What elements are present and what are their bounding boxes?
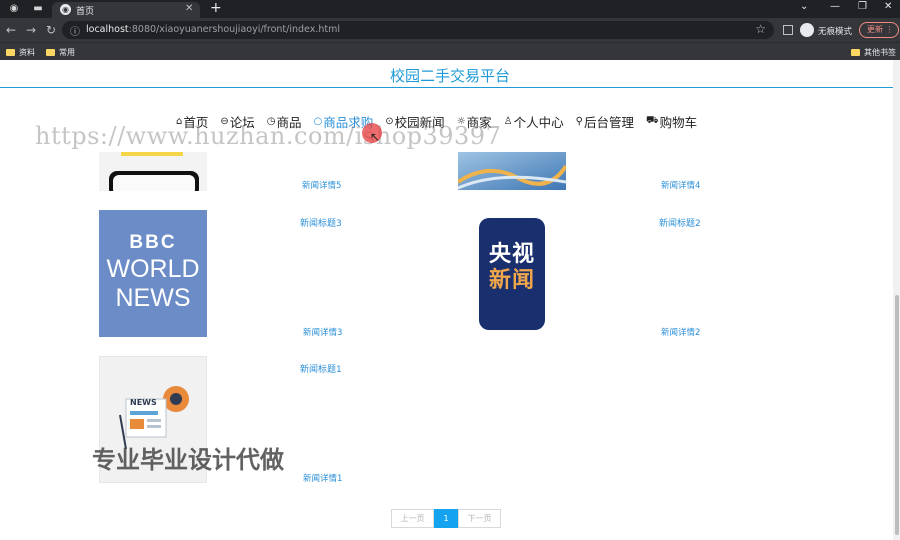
title-divider [0,87,893,88]
nav-item-admin[interactable]: ⚲ 后台管理 [576,112,634,131]
globe-icon[interactable]: ◉ [8,3,20,15]
new-tab-plus-icon[interactable]: + [210,0,222,16]
browser-toolbar: ← → ↻ ⓘ localhost:8080/xiaoyuanershoujia… [0,18,900,42]
browser-tab-active[interactable]: ◉ 首页 ✕ [52,2,200,18]
bookmark-folder-ziliao[interactable]: 资料 [6,47,35,58]
site-title: 校园二手交易平台 [389,67,510,85]
folder-icon [46,49,55,56]
news-title-link[interactable]: 新闻标题1 [300,362,342,375]
bookmark-folder-other[interactable]: 其他书签 [851,47,896,58]
address-bar[interactable]: ⓘ localhost:8080/xiaoyuanershoujiaoyi/fr… [62,21,774,39]
address-url[interactable]: localhost:8080/xiaoyuanershoujiaoyi/fron… [86,24,340,35]
nav-label: 购物车 [659,115,698,130]
news-thumb-4[interactable] [458,152,566,190]
next-page-button[interactable]: 下一页 [458,509,501,528]
user-icon: ♙ [503,116,513,127]
logo-text: WORLD [106,255,200,283]
nav-item-profile[interactable]: ♙ 个人中心 [504,112,564,131]
tab-close-icon[interactable]: ✕ [185,3,193,14]
logo-text: BBC [129,232,177,253]
bbc-logo: BBC WORLD NEWS [99,232,207,312]
window-close-icon[interactable]: ✕ [884,1,892,12]
news-title-link[interactable]: 新闻标题3 [300,216,342,229]
news-thumb-3[interactable]: BBC WORLD NEWS [99,210,207,337]
nav-item-cart[interactable]: ⛟ 购物车 [646,112,697,131]
nav-label: 后台管理 [583,115,634,130]
incognito-label[interactable]: 无痕模式 [818,25,852,37]
reload-icon[interactable]: ↻ [46,23,56,37]
logo-text: 央视 [488,242,535,267]
news-detail-link[interactable]: 新闻详情4 [661,179,700,191]
tab-favicon-icon: ◉ [60,4,71,15]
scrollbar-thumb[interactable] [895,295,899,535]
tab-title: 首页 [76,7,95,17]
tab-search-icon[interactable]: ▬ [32,3,44,15]
incognito-avatar-icon[interactable] [800,23,814,37]
back-arrow-icon[interactable]: ← [6,23,16,37]
newspaper-logo-text: NEWS [130,398,157,407]
news-thumb-2[interactable]: 央视 新闻 [458,210,566,337]
site-info-icon[interactable]: ⓘ [70,23,80,38]
bookmarks-bar: 资料 常用 其他书签 [0,42,900,60]
link-icon: ⚲ [575,116,583,127]
nav-label: 个人中心 [513,115,564,130]
logo-text: 新闻 [488,268,535,293]
cctv-news-logo: 央视 新闻 [479,218,545,330]
news-detail-link[interactable]: 新闻详情5 [302,179,341,191]
prev-page-button[interactable]: 上一页 [391,509,434,528]
news-detail-link[interactable]: 新闻详情1 [303,472,342,484]
cart-icon: ⛟ [646,115,659,126]
news-detail-link[interactable]: 新闻详情3 [303,326,342,338]
forward-arrow-icon[interactable]: → [26,23,36,37]
page-number-button[interactable]: 1 [434,509,458,528]
news-detail-link[interactable]: 新闻详情2 [661,326,700,338]
folder-icon [851,49,860,56]
url-watermark-text: https://www.huzhan.com/ishop39397 [35,122,502,150]
logo-text: NEWS [115,284,191,312]
side-panel-icon[interactable] [783,25,793,35]
mouse-cursor-icon: ↖ [370,130,381,144]
chevron-down-icon[interactable]: ⌄ [800,1,808,12]
folder-icon [6,49,15,56]
browser-tab-bar: ◉ ▬ ◉ 首页 ✕ + ⌄ — ❐ ✕ [0,0,900,18]
minimize-icon[interactable]: — [830,1,840,12]
abstract-image [458,152,566,190]
bookmark-star-icon[interactable]: ☆ [755,22,766,36]
bookmark-folder-changyong[interactable]: 常用 [46,47,75,58]
restore-icon[interactable]: ❐ [858,1,867,12]
overlay-watermark-text: 专业毕业设计代做 [92,446,284,474]
phone-image [109,152,199,191]
pagination: 上一页 1 下一页 [391,509,501,528]
news-thumb-5[interactable] [99,152,207,191]
news-title-link[interactable]: 新闻标题2 [659,216,701,229]
update-button[interactable]: 更新 ⋮ [859,22,899,38]
